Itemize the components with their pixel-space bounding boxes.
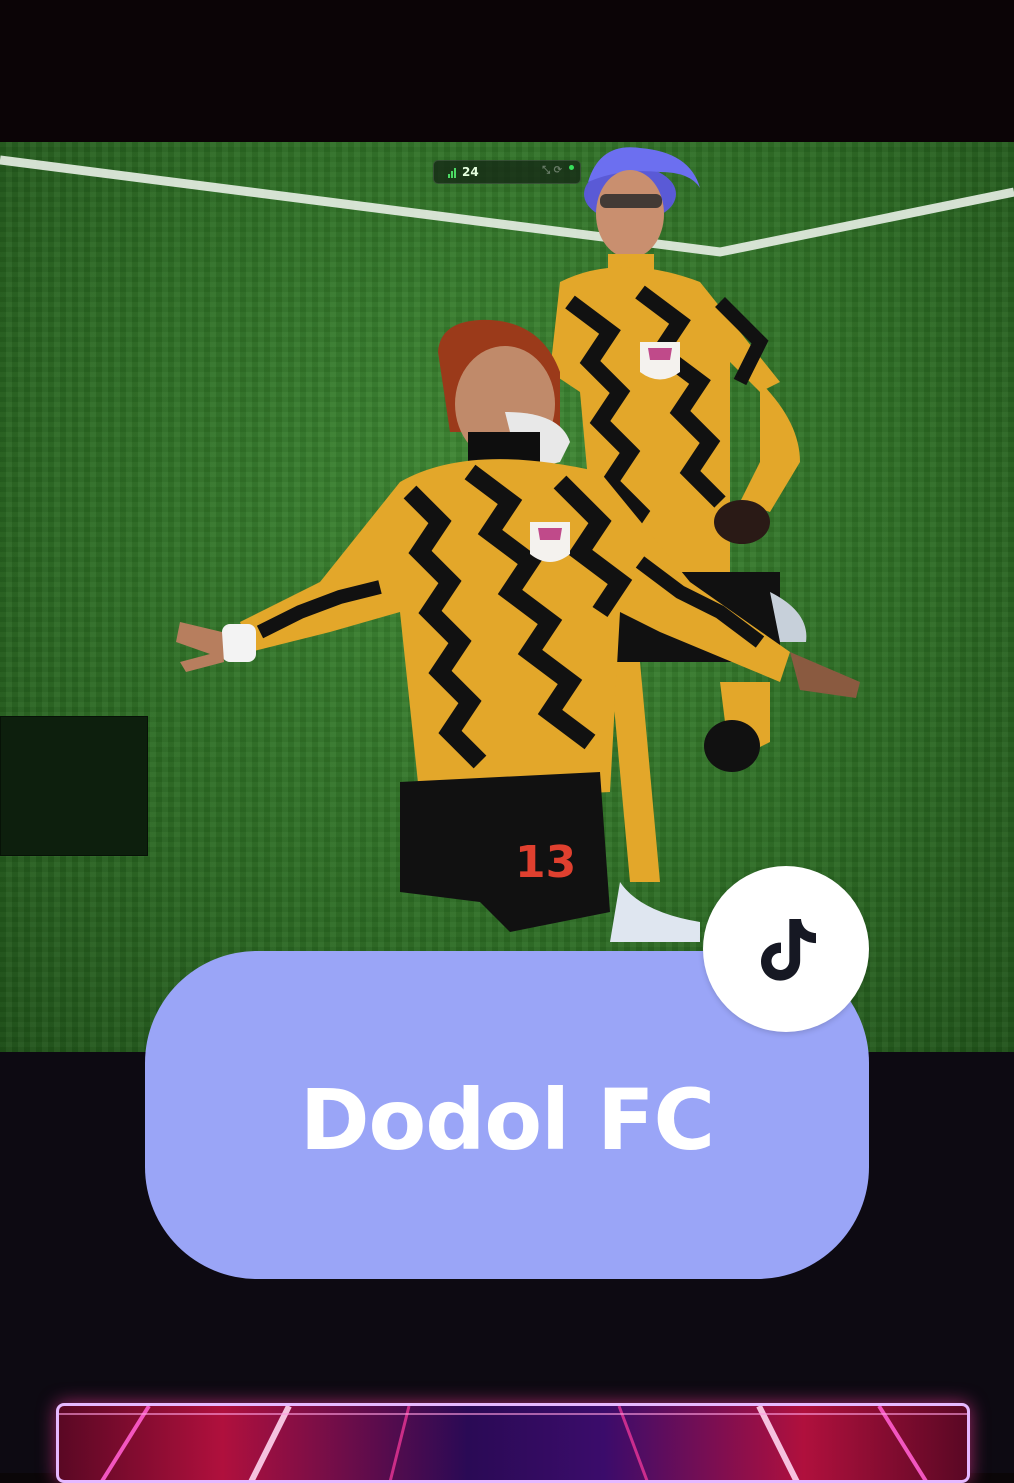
tiktok-logo-badge[interactable] xyxy=(703,866,869,1032)
tiktok-logo-icon xyxy=(761,919,816,981)
top-letterbox xyxy=(0,0,1014,142)
neon-banner xyxy=(56,1403,970,1483)
status-dot-icon xyxy=(569,165,574,170)
connection-hud: 24 ⤡ ⟳ xyxy=(433,160,581,184)
player-number: 13 xyxy=(515,837,576,888)
side-overlay-panel xyxy=(0,716,148,856)
neon-stripes xyxy=(59,1406,967,1480)
pill-title: Dodol FC xyxy=(299,1071,715,1169)
signal-icon xyxy=(448,167,456,178)
ping-value: 24 xyxy=(462,165,479,179)
hud-status-icons: ⤡ ⟳ xyxy=(542,165,562,176)
